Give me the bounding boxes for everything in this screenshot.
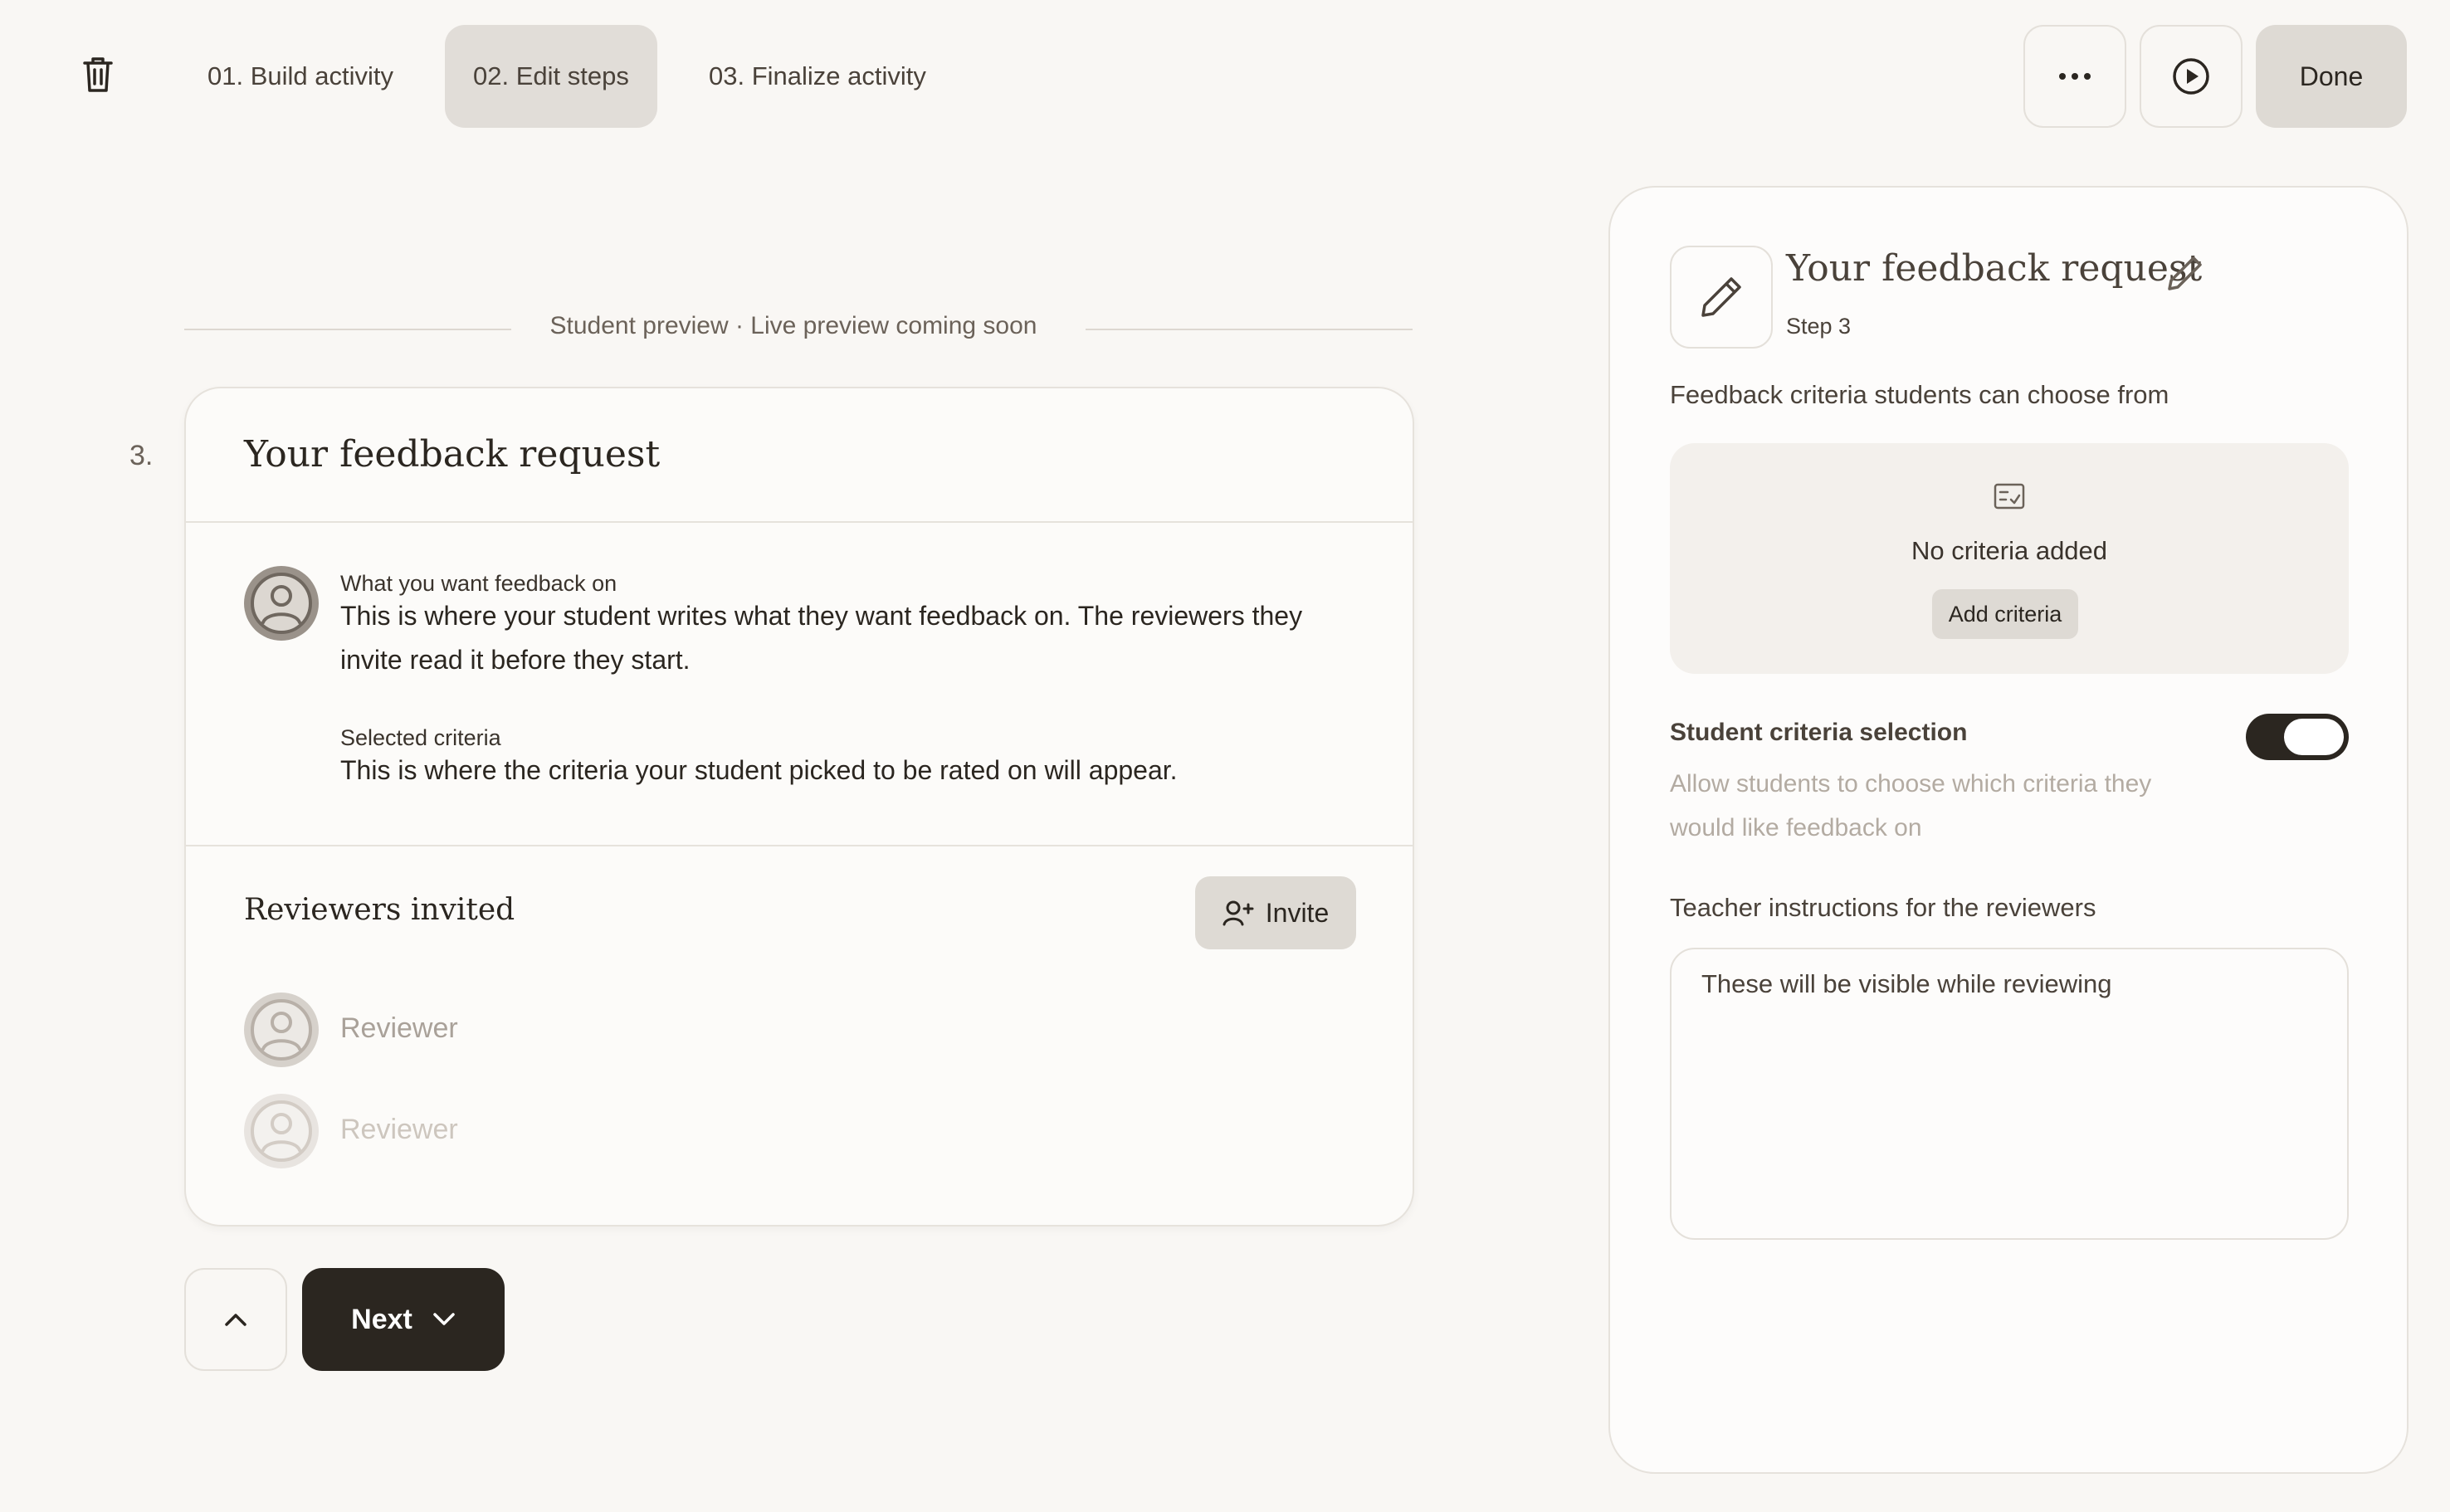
invite-button[interactable]: Invite	[1195, 876, 1356, 949]
criteria-selection-description-line1: Allow students to choose which criteria …	[1670, 770, 2152, 797]
step-preview-card: Your feedback request What you want feed…	[184, 387, 1414, 1227]
tab-finalize-activity[interactable]: 03. Finalize activity	[681, 25, 954, 128]
preview-divider-right	[1086, 329, 1413, 330]
user-plus-icon	[1223, 900, 1254, 926]
tab-edit-steps[interactable]: 02. Edit steps	[445, 25, 657, 128]
step-number: 3.	[129, 440, 154, 471]
chevron-up-icon	[225, 1314, 246, 1326]
chevron-down-icon	[433, 1313, 455, 1325]
card-divider	[186, 845, 1413, 846]
next-step-button[interactable]: Next	[302, 1268, 505, 1371]
student-avatar	[244, 566, 319, 641]
criteria-section-label: Feedback criteria students can choose fr…	[1670, 380, 2169, 409]
edit-title-button[interactable]	[2166, 254, 2204, 292]
feedback-on-text-line2: invite read it before they start.	[340, 645, 691, 675]
user-circle-icon	[251, 1100, 312, 1162]
tab-build-activity[interactable]: 01. Build activity	[179, 25, 422, 128]
previous-step-button[interactable]	[184, 1268, 287, 1371]
criteria-empty-state: No criteria added Add criteria	[1670, 443, 2349, 674]
criteria-selection-title: Student criteria selection	[1670, 719, 1968, 746]
delete-button[interactable]	[75, 51, 121, 98]
reviewers-title: Reviewers invited	[244, 893, 515, 927]
step-type-button[interactable]	[1670, 246, 1773, 349]
criteria-selection-toggle[interactable]	[2246, 714, 2349, 760]
selected-criteria-text: This is where the criteria your student …	[340, 755, 1178, 785]
feedback-on-text-line1: This is where your student writes what t…	[340, 601, 1303, 631]
toggle-knob	[2284, 719, 2344, 755]
card-divider	[186, 521, 1413, 523]
play-circle-icon	[2173, 58, 2209, 95]
reviewer-name: Reviewer	[340, 1114, 458, 1145]
preview-play-button[interactable]	[2140, 25, 2243, 128]
panel-title: Your feedback request	[1786, 247, 2203, 290]
reviewer-name: Reviewer	[340, 1012, 458, 1044]
checklist-icon	[1994, 483, 2025, 510]
more-horizontal-icon	[2059, 73, 2091, 80]
pencil-icon	[2168, 256, 2202, 290]
pencil-icon	[1701, 277, 1741, 317]
reviewer-avatar	[244, 993, 319, 1067]
selected-criteria-label: Selected criteria	[340, 725, 501, 750]
user-circle-icon	[251, 999, 312, 1061]
add-criteria-button[interactable]: Add criteria	[1932, 589, 2078, 639]
user-circle-icon	[251, 573, 312, 634]
feedback-on-label: What you want feedback on	[340, 571, 617, 596]
next-label: Next	[351, 1303, 412, 1335]
invite-label: Invite	[1265, 897, 1330, 928]
trash-icon	[83, 57, 113, 92]
preview-divider-left	[184, 329, 511, 330]
instructions-label: Teacher instructions for the reviewers	[1670, 893, 2096, 922]
criteria-selection-description-line2: would like feedback on	[1670, 814, 1922, 841]
reviewer-avatar	[244, 1094, 319, 1168]
done-button[interactable]: Done	[2256, 25, 2407, 128]
preview-label: Student preview · Live preview coming so…	[549, 312, 1037, 339]
criteria-selection-description: Allow students to choose which criteria …	[1670, 762, 2251, 850]
card-title: Your feedback request	[244, 433, 661, 476]
step-settings-panel: Your feedback request Step 3 Feedback cr…	[1608, 186, 2409, 1474]
panel-step-label: Step 3	[1786, 314, 1852, 339]
more-options-button[interactable]	[2023, 25, 2126, 128]
criteria-empty-text: No criteria added	[1911, 536, 2108, 565]
instructions-textarea[interactable]: These will be visible while reviewing	[1670, 948, 2349, 1240]
